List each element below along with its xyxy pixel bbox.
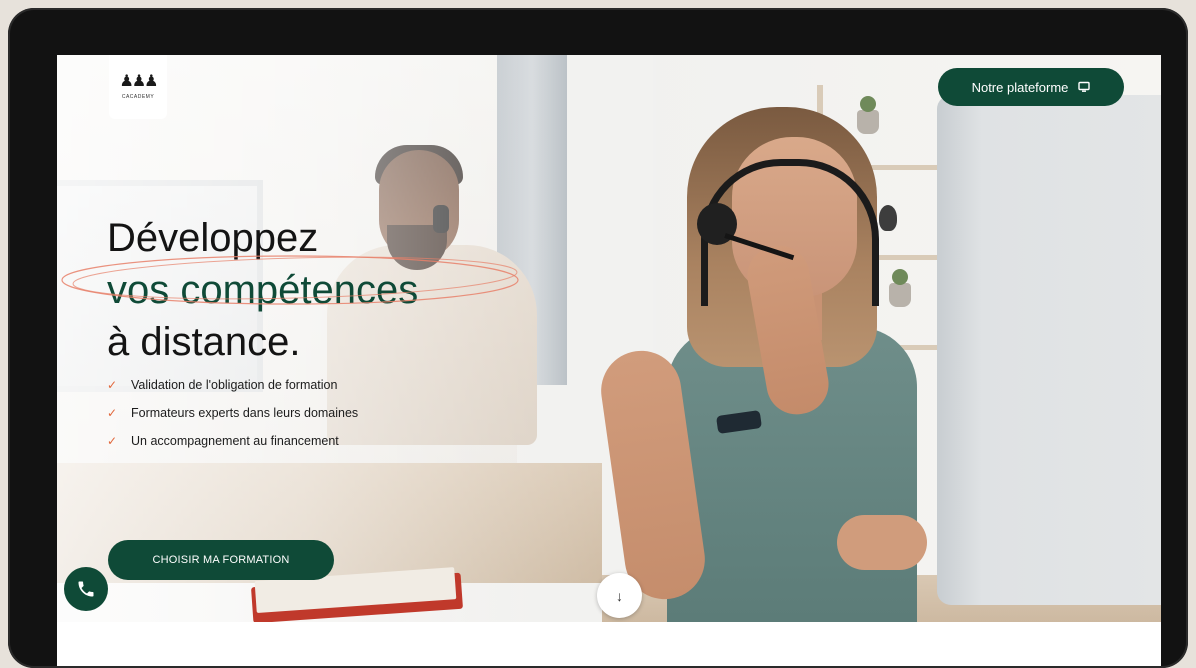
benefit-text: Validation de l'obligation de formation	[131, 378, 338, 392]
scroll-down-button[interactable]: ↓	[597, 573, 642, 618]
phone-icon	[78, 581, 94, 597]
browser-viewport: ♟♟♟ CACADEMY Notre plateforme Développez…	[57, 55, 1161, 666]
next-section	[57, 622, 1161, 666]
check-icon: ✓	[107, 406, 118, 420]
logo-mark-icon: ♟♟♟	[119, 73, 158, 90]
headline-line-1: Développez	[107, 216, 319, 260]
monitor-icon	[1078, 81, 1091, 92]
laptop-bezel: ♟♟♟ CACADEMY Notre plateforme Développez…	[8, 8, 1188, 668]
arrow-down-icon: ↓	[616, 587, 623, 604]
logo-text: CACADEMY	[121, 94, 155, 100]
benefit-text: Formateurs experts dans leurs domaines	[131, 406, 359, 420]
platform-button-label: Notre plateforme	[971, 79, 1069, 95]
list-item: ✓ Validation de l'obligation de formatio…	[107, 371, 358, 399]
choose-training-button[interactable]: CHOISIR MA FORMATION	[108, 540, 334, 580]
call-button[interactable]	[64, 567, 108, 611]
check-icon: ✓	[107, 434, 118, 448]
benefits-list: ✓ Validation de l'obligation de formatio…	[107, 371, 358, 455]
headline-line-2: vos compétences	[107, 268, 419, 312]
headline-line-3: à distance.	[107, 320, 301, 364]
hero-headline: Développez vos compétences à distance.	[107, 212, 418, 368]
list-item: ✓ Un accompagnement au financement	[107, 427, 358, 455]
site-logo[interactable]: ♟♟♟ CACADEMY	[109, 55, 167, 119]
list-item: ✓ Formateurs experts dans leurs domaines	[107, 399, 358, 427]
foreground-monitor	[937, 95, 1161, 605]
check-icon: ✓	[107, 378, 118, 392]
platform-button[interactable]: Notre plateforme	[938, 68, 1124, 106]
benefit-text: Un accompagnement au financement	[131, 434, 339, 448]
